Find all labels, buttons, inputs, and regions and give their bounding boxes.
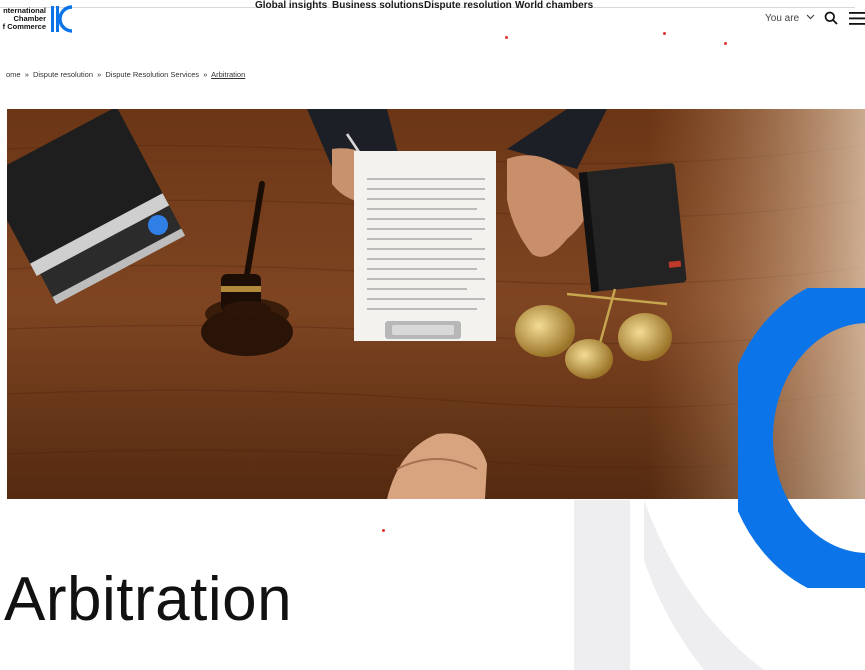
you-are-label: You are <box>765 13 800 24</box>
breadcrumb: ome » Dispute resolution » Dispute Resol… <box>6 70 245 79</box>
breadcrumb-current[interactable]: Arbitration <box>211 70 245 79</box>
icc-logo-icon[interactable] <box>50 4 76 34</box>
decorative-dot <box>663 32 666 35</box>
chevron-down-icon <box>806 14 815 20</box>
you-are-dropdown[interactable]: You are <box>765 13 815 24</box>
decorative-dot <box>505 36 508 39</box>
decorative-dot <box>382 529 385 532</box>
site-header: nternational Chamber f Commerce Global i… <box>0 0 865 40</box>
nav-world-chambers[interactable]: World chambers <box>515 0 593 11</box>
nav-business-solutions[interactable]: Business solutions <box>332 0 424 11</box>
page-title: Arbitration <box>4 565 293 634</box>
breadcrumb-separator: » <box>97 70 102 79</box>
search-icon[interactable] <box>824 11 838 25</box>
breadcrumb-separator: » <box>203 70 208 79</box>
breadcrumb-dispute-resolution-services[interactable]: Dispute Resolution Services <box>105 70 199 79</box>
breadcrumb-home[interactable]: ome <box>6 70 21 79</box>
logo-wordmark[interactable]: nternational Chamber f Commerce <box>0 7 46 31</box>
nav-global-insights[interactable]: Global insights <box>255 0 327 11</box>
hero-image <box>7 109 865 499</box>
hamburger-menu-icon[interactable] <box>849 12 865 25</box>
breadcrumb-separator: » <box>24 70 29 79</box>
breadcrumb-dispute-resolution[interactable]: Dispute resolution <box>33 70 93 79</box>
nav-dispute-resolution[interactable]: Dispute resolution <box>424 0 512 11</box>
logo-line-3: f Commerce <box>2 22 46 31</box>
decorative-dot <box>724 42 727 45</box>
hero-illustration <box>7 109 865 499</box>
brand-c-icon <box>738 288 865 588</box>
